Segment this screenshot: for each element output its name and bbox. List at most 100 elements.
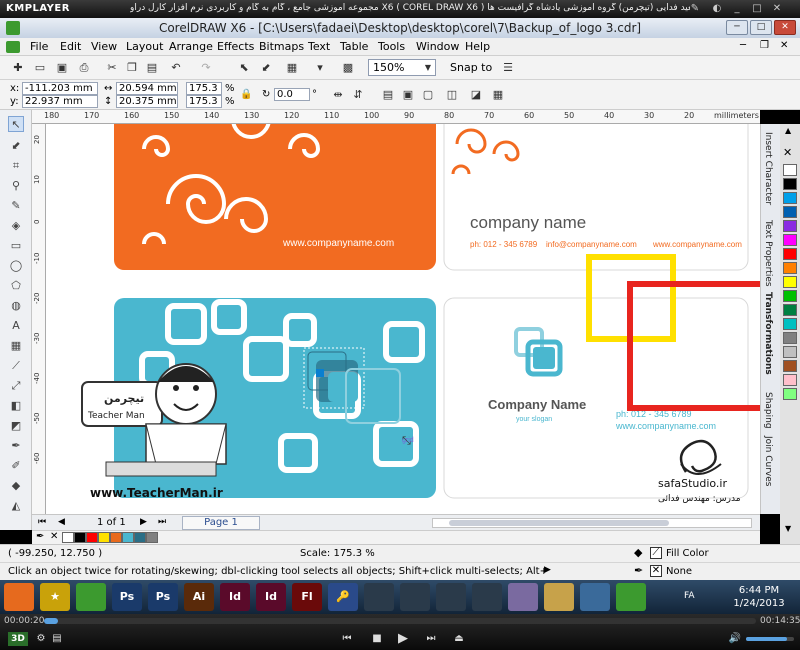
align-icon[interactable]: ▤ xyxy=(380,87,396,103)
menu-file[interactable]: File xyxy=(30,40,48,53)
color-swatch[interactable] xyxy=(783,234,797,246)
menu-window[interactable]: Window xyxy=(416,40,459,53)
combine-icon[interactable]: ◫ xyxy=(444,87,460,103)
redo-icon[interactable]: ↷ xyxy=(198,60,214,76)
prev-icon[interactable]: ⏮ xyxy=(340,632,354,646)
taskbar-app4-icon[interactable] xyxy=(472,583,502,611)
cut-icon[interactable]: ✂ xyxy=(104,60,120,76)
taskbar-photoshop2-icon[interactable]: Ps xyxy=(148,583,178,611)
doc-swatch[interactable] xyxy=(134,532,146,543)
shape-tool-icon[interactable]: ⬋ xyxy=(8,138,24,154)
prev-page-icon[interactable]: ◀ xyxy=(58,517,65,527)
horizontal-ruler[interactable]: 180 170 160 150 140 130 120 110 100 90 8… xyxy=(32,110,760,124)
doc-swatch[interactable] xyxy=(146,532,158,543)
text-tool-icon[interactable]: A xyxy=(8,318,24,334)
palette-scroll-down-icon[interactable]: ▼ xyxy=(785,524,791,533)
color-swatch[interactable] xyxy=(783,164,797,176)
save-icon[interactable]: ▣ xyxy=(54,60,70,76)
next-page-icon[interactable]: ▶ xyxy=(140,517,147,527)
menu-bitmaps[interactable]: Bitmaps xyxy=(259,40,304,53)
no-color-swatch[interactable]: ✕ xyxy=(783,146,792,159)
polygon-tool-icon[interactable]: ⬠ xyxy=(8,278,24,294)
new-icon[interactable]: ✚ xyxy=(10,60,26,76)
taskbar-indesign2-icon[interactable]: Id xyxy=(256,583,286,611)
system-clock[interactable]: 6:44 PM 1/24/2013 xyxy=(724,584,794,610)
docker-tab-text-properties[interactable]: Text Properties xyxy=(763,220,773,287)
language-indicator[interactable]: FA xyxy=(684,591,695,601)
hint-arrow-icon[interactable]: ▶ xyxy=(544,565,551,575)
table-tool-icon[interactable]: ▦ xyxy=(8,338,24,354)
width-field[interactable]: 20.594 mm xyxy=(116,82,178,95)
color-swatch[interactable] xyxy=(783,318,797,330)
menubar-restore-icon[interactable]: ❐ xyxy=(760,40,769,51)
scale-x-field[interactable]: 175.3 xyxy=(186,82,222,95)
paste-icon[interactable]: ▤ xyxy=(144,60,160,76)
dimension-tool-icon[interactable]: ⟋ xyxy=(8,358,24,374)
page-tab[interactable]: Page 1 xyxy=(182,516,260,530)
color-swatch[interactable] xyxy=(783,248,797,260)
color-swatch[interactable] xyxy=(783,262,797,274)
height-field[interactable]: 20.375 mm xyxy=(116,95,178,108)
kmp-maximize-icon[interactable]: □ xyxy=(750,2,764,16)
eject-icon[interactable]: ⏏ xyxy=(452,632,466,646)
settings-icon[interactable]: ⚙ xyxy=(34,632,48,646)
rotation-field[interactable]: 0.0 xyxy=(274,88,310,101)
document-icon[interactable] xyxy=(6,41,20,53)
vertical-ruler[interactable]: 20 10 0 -10 -20 -30 -40 -50 -60 xyxy=(32,124,46,514)
menu-effects[interactable]: Effects xyxy=(217,40,254,53)
export-icon[interactable]: ⬋ xyxy=(258,60,274,76)
menu-layout[interactable]: Layout xyxy=(126,40,163,53)
doc-swatch[interactable] xyxy=(122,532,134,543)
app-launcher-icon[interactable]: ▾ xyxy=(312,60,328,76)
playlist-icon[interactable]: ▤ xyxy=(50,632,64,646)
add-page-icon[interactable]: ⏭ xyxy=(158,517,166,527)
palette-scroll-up-icon[interactable]: ▲ xyxy=(785,126,791,135)
play-icon[interactable]: ▶ xyxy=(396,632,410,646)
color-swatch[interactable] xyxy=(783,220,797,232)
drawing-canvas[interactable]: www.companyname.com company name ph: 012… xyxy=(46,124,760,514)
menu-view[interactable]: View xyxy=(91,40,117,53)
zoom-tool-icon[interactable]: ⚲ xyxy=(8,178,24,194)
print-icon[interactable]: ⎙ xyxy=(76,60,92,76)
docker-tab-shaping[interactable]: Shaping xyxy=(763,392,773,429)
volume-slider[interactable] xyxy=(746,637,794,641)
taskbar-flash-icon[interactable]: Fl xyxy=(292,583,322,611)
smart-fill-icon[interactable]: ◈ xyxy=(8,218,24,234)
taskbar-corel2-icon[interactable] xyxy=(616,583,646,611)
volume-icon[interactable]: 🔊 xyxy=(728,632,742,646)
doc-swatch[interactable] xyxy=(110,532,122,543)
publish-pdf-icon[interactable]: ▦ xyxy=(284,60,300,76)
menu-text[interactable]: Text xyxy=(308,40,330,53)
color-swatch[interactable] xyxy=(783,206,797,218)
taskbar-folder-icon[interactable] xyxy=(544,583,574,611)
fill-swatch[interactable]: ⟋ xyxy=(650,547,662,559)
ellipse-tool-icon[interactable]: ◯ xyxy=(8,258,24,274)
menubar-close-icon[interactable]: ✕ xyxy=(780,40,788,51)
outline-swatch[interactable]: ✕ xyxy=(650,565,662,577)
taskbar-illustrator-icon[interactable]: Ai xyxy=(184,583,214,611)
taskbar-disc-icon[interactable] xyxy=(508,583,538,611)
freehand-tool-icon[interactable]: ✎ xyxy=(8,198,24,214)
taskbar-photoshop-icon[interactable]: Ps xyxy=(112,583,142,611)
kmp-close-icon[interactable]: ✕ xyxy=(770,2,784,16)
outline-tool-icon[interactable]: ✐ xyxy=(8,458,24,474)
taskbar-app1-icon[interactable] xyxy=(364,583,394,611)
open-icon[interactable]: ▭ xyxy=(32,60,48,76)
taskbar-key-icon[interactable]: 🔑 xyxy=(328,583,358,611)
group-icon[interactable]: ▣ xyxy=(400,87,416,103)
scale-y-field[interactable]: 175.3 xyxy=(186,95,222,108)
doc-swatch[interactable] xyxy=(62,532,74,543)
color-swatch[interactable] xyxy=(783,304,797,316)
mirror-h-icon[interactable]: ⇹ xyxy=(330,87,346,103)
menu-edit[interactable]: Edit xyxy=(60,40,81,53)
color-swatch[interactable] xyxy=(783,192,797,204)
break-apart-icon[interactable]: ◪ xyxy=(468,87,484,103)
doc-swatch[interactable] xyxy=(74,532,86,543)
taskbar-firefox-icon[interactable] xyxy=(4,583,34,611)
pin-icon[interactable]: ✎ xyxy=(688,2,702,16)
color-swatch[interactable] xyxy=(783,332,797,344)
connector-tool-icon[interactable]: ⤢ xyxy=(8,378,24,394)
skin-icon[interactable]: ◐ xyxy=(710,2,724,16)
first-page-icon[interactable]: ⏮ xyxy=(38,517,46,527)
doc-swatch[interactable] xyxy=(86,532,98,543)
